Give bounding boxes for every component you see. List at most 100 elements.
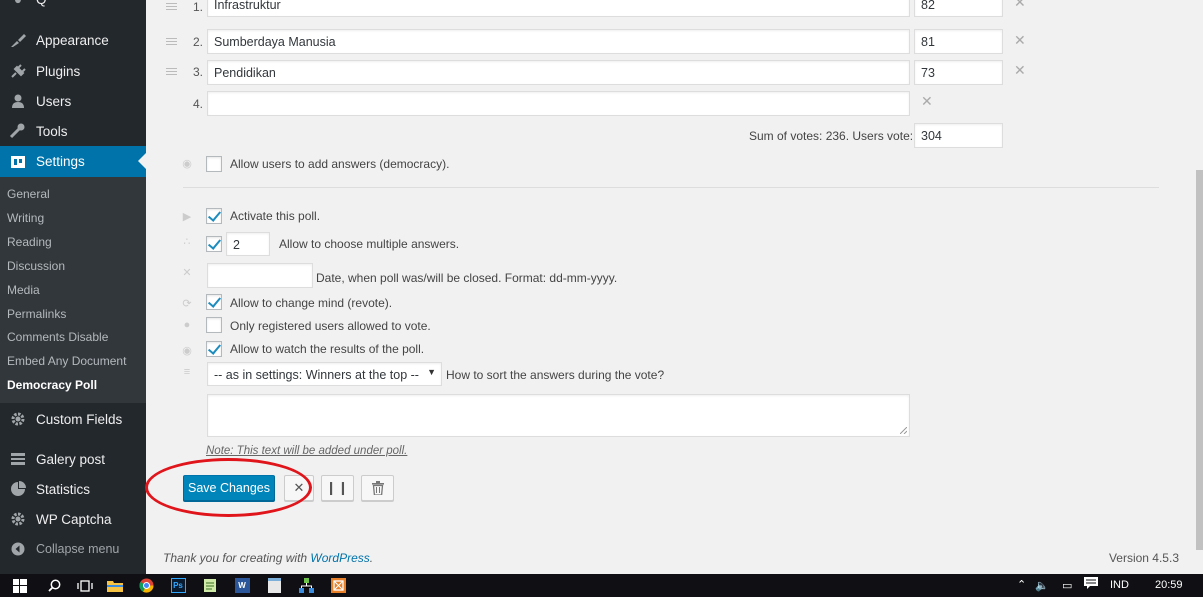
menu-label: Appearance [36,32,109,48]
drag-handle-icon[interactable] [166,68,177,75]
note-textarea[interactable] [207,394,910,437]
menu-item-galery-post[interactable]: Galery post [0,444,146,474]
windows-start-icon[interactable] [12,578,27,593]
activate-label: Activate this poll. [230,209,321,223]
answer-number: 3. [193,65,204,79]
sticky-notes-icon[interactable] [266,578,282,593]
sort-icon: ≡ [183,366,191,378]
chrome-icon[interactable] [138,578,154,593]
menu-label: Settings [36,154,85,169]
submenu-discussion[interactable]: Discussion [7,259,65,273]
menu-label: Tools [36,123,68,139]
multiple-count-input[interactable]: 2 [226,232,270,256]
network-app-icon[interactable] [298,578,314,593]
wordpress-link[interactable]: WordPress [310,551,369,565]
word-icon[interactable]: W [234,578,250,593]
submenu-embed-any-document[interactable]: Embed Any Document [7,354,126,368]
task-view-icon[interactable] [77,578,93,593]
sort-select[interactable]: -- as in settings: Winners at the top --… [207,362,442,386]
poll-edit-form: 1. Infrastruktur 82 ✕ 2. Sumberdaya Manu… [145,0,1195,574]
submenu-general[interactable]: General [7,187,50,201]
volume-icon[interactable]: 🔈 [1035,579,1049,592]
input-language[interactable]: IND [1110,579,1129,591]
archive-app-icon[interactable] [330,578,346,593]
menu-item-partial[interactable]: ● Q [0,0,146,14]
menu-item-custom-fields[interactable]: Custom Fields [0,404,146,434]
submenu-media[interactable]: Media [7,283,40,297]
wrench-icon [0,123,36,139]
scrollbar-thumb[interactable] [1196,170,1203,550]
delete-answer-icon[interactable]: ✕ [1014,62,1026,79]
play-icon: ▶ [182,211,192,223]
watch-results-checkbox[interactable] [206,341,222,357]
gear-icon [0,511,36,527]
show-hidden-icons-icon[interactable]: ⌃ [1017,578,1026,591]
submenu-permalinks[interactable]: Permalinks [7,307,66,321]
photoshop-icon[interactable]: Ps [170,578,186,593]
multiple-icon: ∴ [183,236,191,248]
submenu-democracy-poll[interactable]: Democracy Poll [7,378,97,392]
registered-only-checkbox[interactable] [206,317,222,333]
delete-answer-icon[interactable]: ✕ [1014,32,1026,49]
file-explorer-icon[interactable] [107,578,123,593]
multiple-checkbox[interactable] [206,236,222,252]
drag-handle-icon[interactable] [166,38,177,45]
menu-item-plugins[interactable]: Plugins [0,56,146,86]
footer-thanks: Thank you for creating with WordPress. [163,551,374,565]
close-date-input[interactable] [207,263,313,288]
chevron-down-icon: ▼ [427,367,436,377]
gear-icon [0,411,36,427]
menu-item-statistics[interactable]: Statistics [0,474,146,504]
menu-item-settings[interactable]: Settings [0,146,146,177]
users-icon [0,93,36,109]
new-answer-input[interactable] [207,91,910,116]
submenu-writing[interactable]: Writing [7,211,44,225]
search-icon[interactable] [47,578,62,593]
sum-votes-label: Sum of votes: 236. Users vote: [749,129,914,143]
menu-label: Statistics [36,481,91,497]
network-status-icon[interactable]: ▭ [1062,579,1072,592]
revote-checkbox[interactable] [206,294,222,310]
activate-checkbox[interactable] [206,208,222,224]
megaphone-icon: ◉ [182,158,192,170]
menu-item-tools[interactable]: Tools [0,116,146,146]
users-vote-input[interactable]: 304 [914,123,1003,148]
collapse-menu-button[interactable]: Collapse menu [0,534,146,564]
action-center-icon[interactable] [1084,577,1098,593]
admin-sidebar: ● Q Appearance Plugins Users Tools Setti… [0,0,146,574]
menu-item-wp-captcha[interactable]: WP Captcha [0,504,146,534]
answer-votes-input[interactable]: 73 [914,60,1003,85]
delete-answer-icon[interactable]: ✕ [1014,0,1026,11]
answer-votes-input[interactable]: 81 [914,29,1003,54]
revote-icon: ⟳ [182,298,192,310]
multiple-label: Allow to choose multiple answers. [279,237,460,251]
answer-number: 2. [193,35,204,49]
vertical-scrollbar[interactable] [1195,0,1203,574]
answer-text-input[interactable]: Pendidikan [207,60,910,85]
submenu-comments-disable[interactable]: Comments Disable [7,330,108,344]
footer-version: Version 4.5.3 [1108,551,1179,565]
collapse-icon [0,542,36,556]
answer-text-input[interactable]: Infrastruktur [207,0,910,17]
pause-button[interactable]: ❙❙ [321,475,354,501]
menu-item-appearance[interactable]: Appearance [0,25,146,55]
eye-icon: ◉ [182,345,192,357]
democracy-label: Allow users to add answers (democracy). [230,157,450,171]
answer-number: 1. [193,0,204,14]
menu-item-users[interactable]: Users [0,86,146,116]
delete-answer-icon[interactable]: ✕ [921,93,933,110]
clock-time[interactable]: 20:59 [1155,579,1183,591]
submenu-reading[interactable]: Reading [7,235,52,249]
notepad-icon[interactable] [202,578,218,593]
answer-text-input[interactable]: Sumberdaya Manusia [207,29,910,54]
registered-only-label: Only registered users allowed to vote. [230,319,431,333]
democracy-checkbox[interactable] [206,156,222,172]
menu-label: WP Captcha [36,511,112,527]
menu-label: Users [36,93,72,109]
delete-poll-button[interactable] [361,475,394,501]
plugin-icon [0,63,36,79]
drag-handle-icon[interactable] [166,3,177,10]
answer-votes-input[interactable]: 82 [914,0,1003,17]
resize-handle-icon[interactable] [900,427,907,434]
pie-chart-icon [0,481,36,497]
